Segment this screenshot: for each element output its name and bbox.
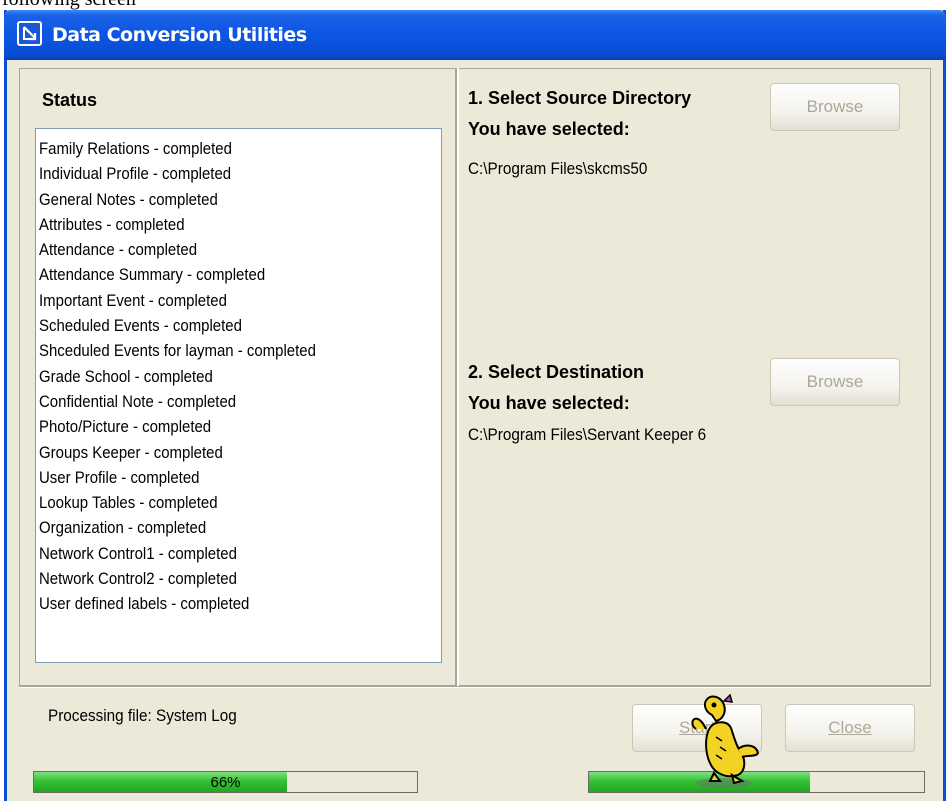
close-label: Close [828, 718, 872, 737]
status-list-item: Organization - completed [39, 518, 207, 538]
status-list-item: User defined labels - completed [39, 594, 250, 614]
status-list-item: Network Control2 - completed [39, 569, 237, 589]
status-list-item: Family Relations - completed [39, 139, 232, 158]
status-list-item: Individual Profile - completed [39, 164, 232, 184]
status-list-item: User Profile - completed [39, 467, 200, 487]
status-list-item: Important Event - completed [39, 290, 227, 310]
destination-title: 2. Select Destination [468, 362, 645, 382]
status-list-item: Grade School - completed [39, 366, 213, 386]
destination-browse-button[interactable]: Browse [770, 358, 900, 406]
main-progress-bar: 66% [33, 771, 418, 793]
status-list-item: Shceduled Events for layman - completed [39, 341, 316, 361]
status-list-item: Groups Keeper - completed [39, 442, 223, 462]
arrow-down-right-icon [17, 21, 42, 46]
status-list-item: General Notes - completed [39, 189, 218, 209]
title-bar[interactable]: Data Conversion Utilities [4, 10, 946, 60]
status-list-item: Lookup Tables - completed [39, 493, 218, 513]
status-list-item: Network Control1 - completed [39, 543, 237, 563]
footer-divider [19, 686, 931, 688]
status-list-item: Confidential Note - completed [39, 391, 237, 411]
status-list-item: Attendance - completed [39, 240, 198, 260]
status-list[interactable]: Family Relations - completed Individual P… [35, 128, 442, 663]
source-selected-label: You have selected: [468, 119, 630, 139]
close-button[interactable]: Close [785, 704, 915, 752]
dragon-assistant-icon[interactable] [686, 693, 764, 789]
processing-status: Processing file: System Log [48, 706, 237, 725]
status-heading: Status [42, 90, 98, 110]
window-title: Data Conversion Utilities [52, 24, 307, 46]
status-list-item: Photo/Picture - completed [39, 417, 212, 437]
source-title: 1. Select Source Directory [468, 88, 692, 108]
destination-path: C:\Program Files\Servant Keeper 6 [468, 425, 707, 444]
destination-selected-label: You have selected: [468, 393, 630, 413]
status-list-item: Attributes - completed [39, 214, 185, 234]
source-path: C:\Program Files\skcms50 [468, 159, 648, 178]
main-progress-label: 66% [210, 774, 241, 791]
page-caption: following screen [0, 0, 950, 10]
status-list-item: Scheduled Events - completed [39, 316, 242, 336]
status-list-item: Attendance Summary - completed [39, 265, 266, 285]
source-browse-button[interactable]: Browse [770, 83, 900, 131]
